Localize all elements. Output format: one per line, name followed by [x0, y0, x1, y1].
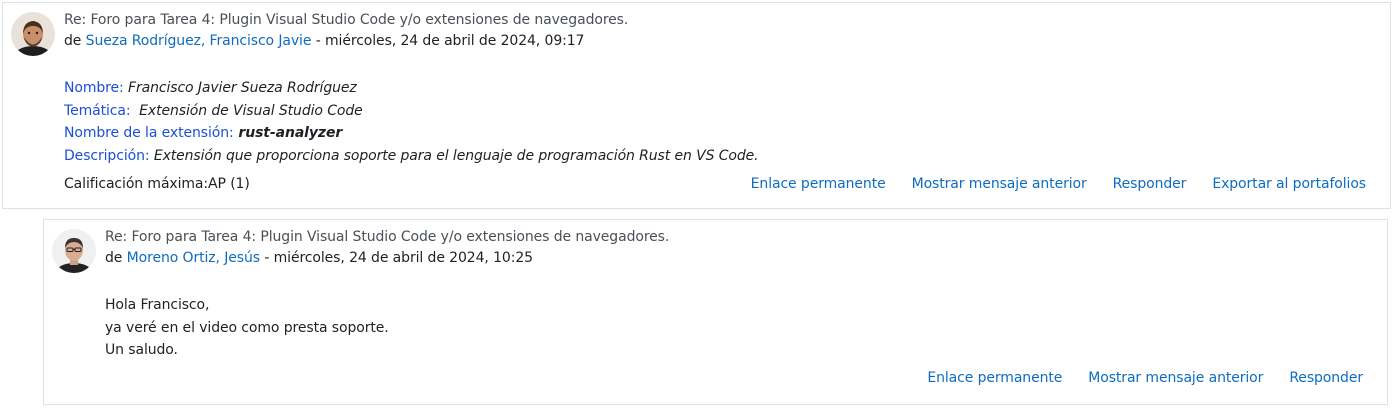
content-line: ya veré en el video como presta soporte.	[105, 319, 389, 336]
field-label: Descripción:	[64, 147, 150, 164]
post-byline: de Moreno Ortiz, Jesús - miércoles, 24 d…	[105, 250, 533, 266]
post-subject: Re: Foro para Tarea 4: Plugin Visual Stu…	[105, 229, 670, 245]
field-label: Temática:	[64, 102, 131, 119]
field-label: Nombre:	[64, 80, 124, 96]
avatar[interactable]	[52, 229, 96, 273]
field-value: Extensión que proporciona soporte para e…	[149, 147, 759, 164]
field-value: Extensión de Visual Studio Code	[130, 102, 363, 119]
reply-link[interactable]: Responder	[1289, 370, 1363, 386]
author-link[interactable]: Moreno Ortiz, Jesús	[127, 250, 260, 266]
avatar[interactable]	[11, 12, 55, 56]
post-content: Nombre: Francisco Javier Sueza Rodríguez…	[64, 77, 759, 167]
permalink-link[interactable]: Enlace permanente	[927, 370, 1062, 386]
field-row: Nombre: Francisco Javier Sueza Rodríguez	[64, 77, 759, 100]
post-subject: Re: Foro para Tarea 4: Plugin Visual Stu…	[64, 12, 629, 28]
field-row: Descripción: Extensión que proporciona s…	[64, 145, 759, 168]
rating-aggregate: Calificación máxima:AP (1)	[64, 176, 250, 192]
post-content: Hola Francisco, ya veré en el video como…	[105, 294, 389, 362]
by-prefix: de	[105, 250, 127, 266]
author-link[interactable]: Sueza Rodríguez, Francisco Javie	[86, 33, 312, 49]
post-actions: Enlace permanente Mostrar mensaje anteri…	[927, 370, 1363, 386]
show-parent-link[interactable]: Mostrar mensaje anterior	[1088, 370, 1263, 386]
field-row: Nombre de la extensión: rust-analyzer	[64, 122, 759, 145]
post-actions: Enlace permanente Mostrar mensaje anteri…	[751, 176, 1366, 192]
field-label: Nombre de la extensión:	[64, 125, 234, 141]
permalink-link[interactable]: Enlace permanente	[751, 176, 886, 192]
by-prefix: de	[64, 33, 86, 49]
field-value: Francisco Javier Sueza Rodríguez	[123, 80, 357, 96]
post-date: - miércoles, 24 de abril de 2024, 09:17	[311, 33, 585, 49]
content-line: Un saludo.	[105, 342, 178, 358]
field-row: Temática: Extensión de Visual Studio Cod…	[64, 100, 759, 123]
forum-post-reply: Re: Foro para Tarea 4: Plugin Visual Stu…	[43, 219, 1388, 405]
post-date: - miércoles, 24 de abril de 2024, 10:25	[259, 250, 533, 266]
content-line: Hola Francisco,	[105, 297, 210, 313]
reply-link[interactable]: Responder	[1113, 176, 1187, 192]
post-byline: de Sueza Rodríguez, Francisco Javie - mi…	[64, 33, 584, 49]
export-portfolio-link[interactable]: Exportar al portafolios	[1212, 176, 1366, 192]
show-parent-link[interactable]: Mostrar mensaje anterior	[912, 176, 1087, 192]
field-value: rust-analyzer	[233, 125, 343, 141]
forum-post: Re: Foro para Tarea 4: Plugin Visual Stu…	[2, 2, 1391, 209]
